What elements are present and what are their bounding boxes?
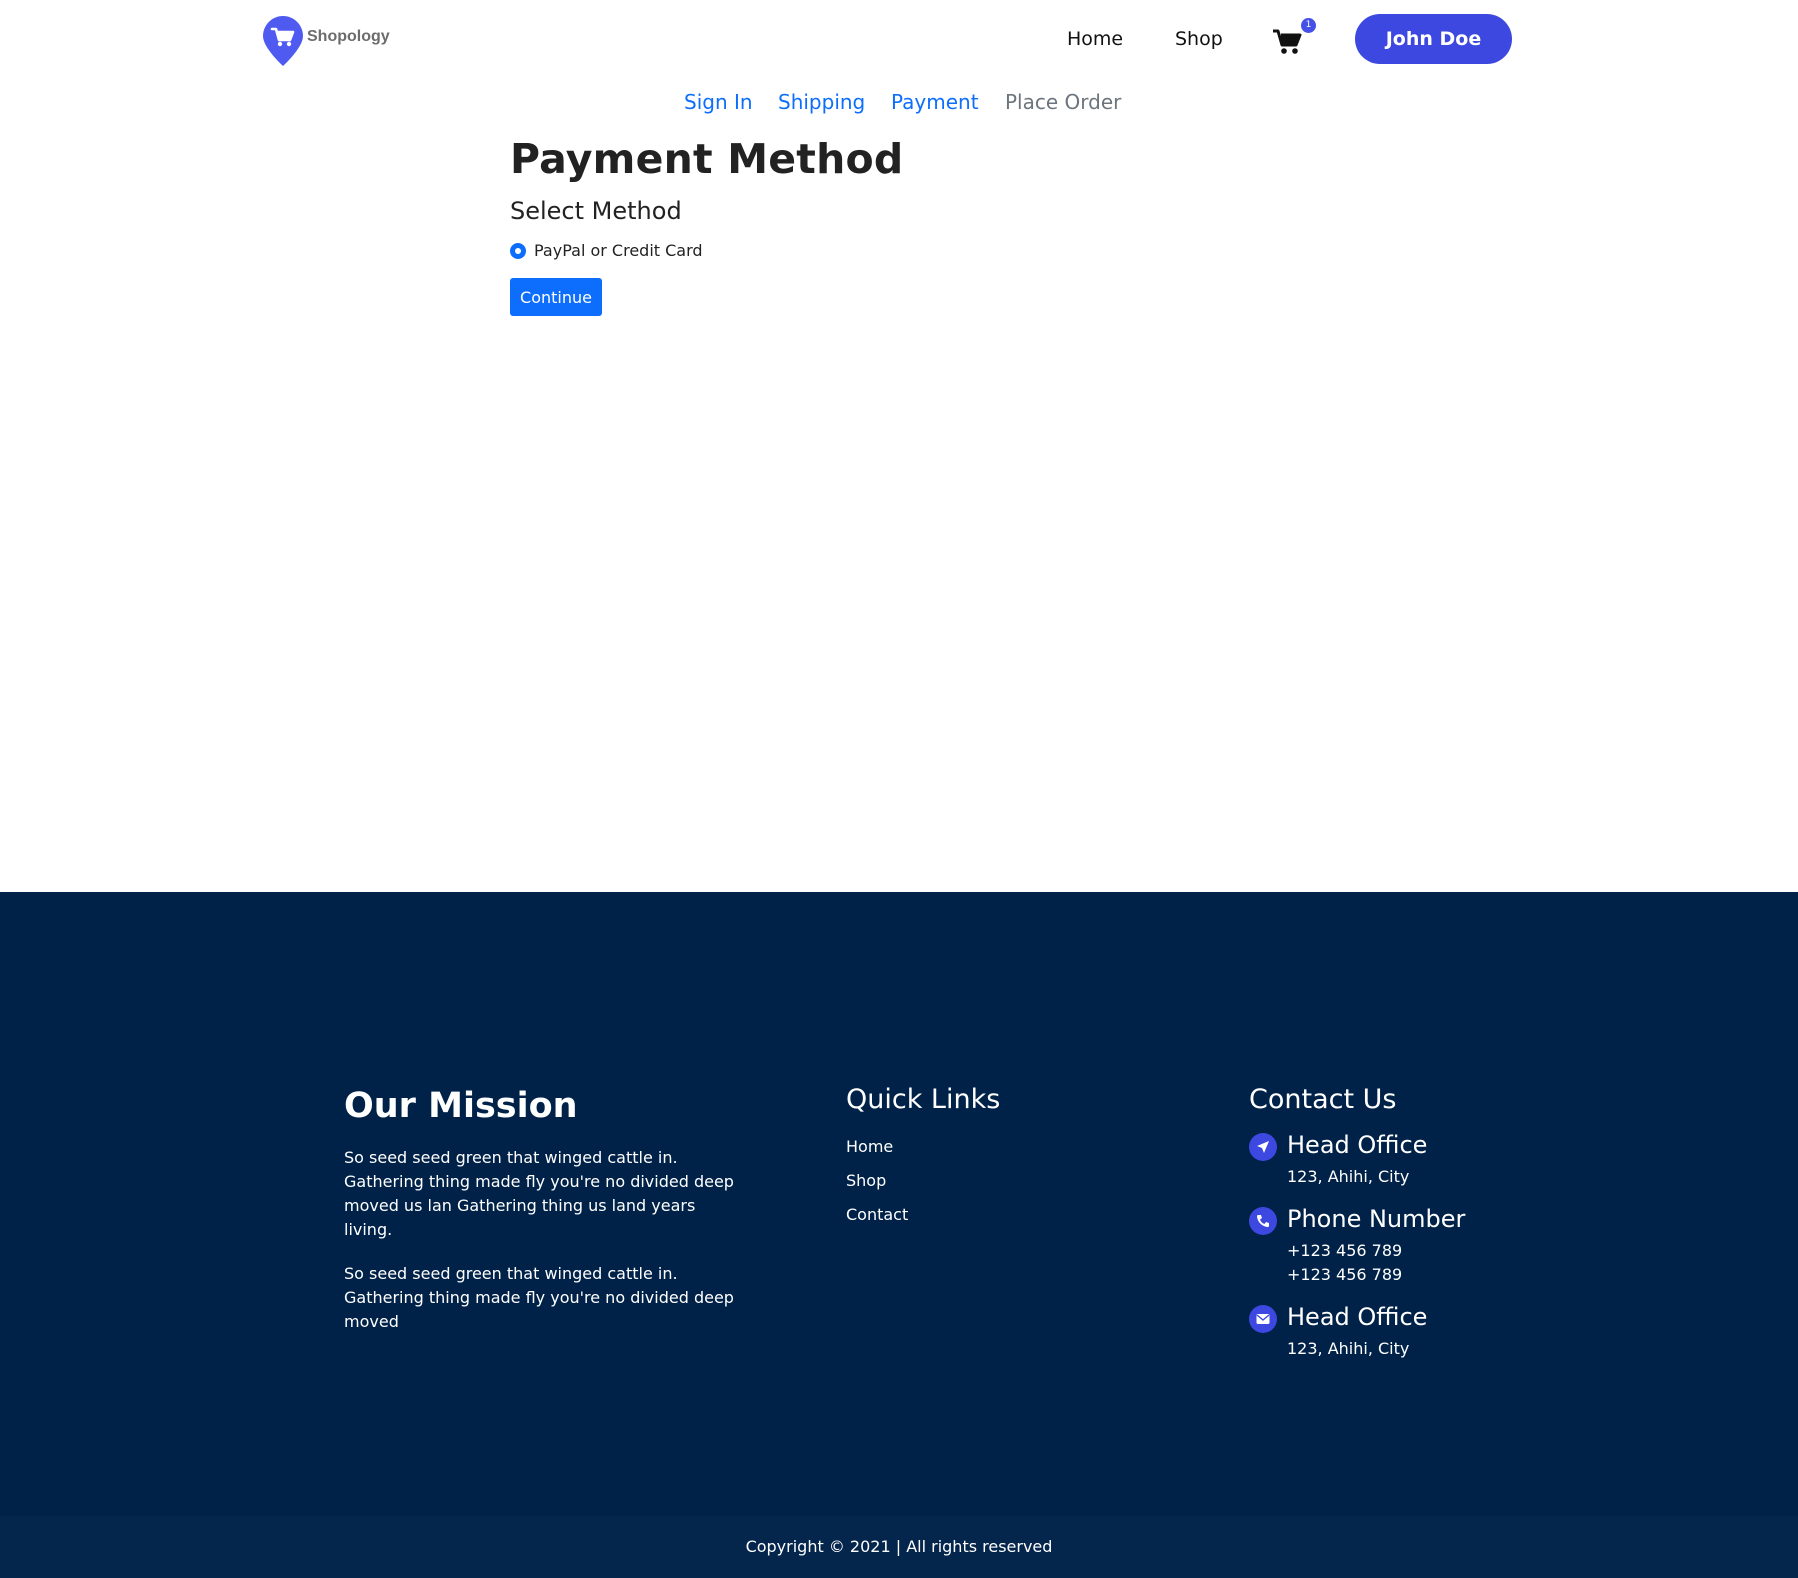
nav-shop-link[interactable]: Shop [1175,28,1223,50]
contact-phone: Phone Number +123 456 789 +123 456 789 [1249,1205,1549,1287]
mission-paragraph: So seed seed green that winged cattle in… [344,1148,734,1239]
paypal-radio-label[interactable]: PayPal or Credit Card [534,241,703,260]
contact-line: 123, Ahihi, City [1287,1167,1410,1186]
checkout-steps: Sign In Shipping Payment Place Order [0,86,1798,126]
footer-bottom-bar: Copyright © 2021 | All rights reserved [0,1516,1798,1578]
mission-title: Our Mission [344,1086,578,1126]
step-shipping[interactable]: Shipping [778,90,865,114]
quick-links-title: Quick Links [846,1084,1001,1115]
step-place-order: Place Order [1005,90,1122,114]
page-title: Payment Method [510,135,904,183]
contact-line: +123 456 789 [1287,1241,1403,1260]
footer-contact: Contact Us Head Office 123, Ahihi, City … [1249,1084,1549,1361]
paypal-radio[interactable] [510,242,526,259]
cart-count-badge: 1 [1301,18,1316,33]
step-payment[interactable]: Payment [891,90,979,114]
contact-heading: Head Office [1287,1131,1428,1159]
brand-logo[interactable]: Shopology [261,14,390,68]
footer-link-contact[interactable]: Contact [846,1205,1146,1224]
envelope-icon [1249,1305,1277,1333]
continue-button[interactable]: Continue [510,278,602,316]
footer-link-home[interactable]: Home [846,1137,1146,1156]
contact-heading: Head Office [1287,1303,1428,1331]
payment-form: Payment Method Select Method PayPal or C… [510,130,1290,316]
contact-line: 123, Ahihi, City [1287,1339,1410,1358]
cart-icon[interactable] [1272,28,1302,56]
nav-home-link[interactable]: Home [1067,28,1123,50]
select-method-legend: Select Method [510,197,682,225]
contact-title: Contact Us [1249,1084,1397,1115]
copyright-text: Copyright © 2021 | All rights reserved [745,1537,1053,1556]
phone-icon [1249,1207,1277,1235]
contact-head-office: Head Office 123, Ahihi, City [1249,1131,1549,1189]
payment-option-paypal[interactable]: PayPal or Credit Card [510,241,1290,260]
cart-pin-logo-icon [261,14,305,68]
location-arrow-icon [1249,1133,1277,1161]
brand-name: Shopology [307,28,390,45]
contact-email-office: Head Office 123, Ahihi, City [1249,1303,1549,1361]
user-menu-button[interactable]: John Doe [1355,14,1512,64]
site-header: Shopology Home Shop 1 John Doe [0,0,1798,80]
step-sign-in[interactable]: Sign In [684,90,753,114]
mission-paragraph: So seed seed green that winged cattle in… [344,1264,734,1331]
footer-link-shop[interactable]: Shop [846,1171,1146,1190]
footer-quick-links: Quick Links Home Shop Contact [846,1084,1146,1224]
contact-heading: Phone Number [1287,1205,1466,1233]
footer-mission: Our Mission So seed seed green that wing… [344,1084,734,1334]
contact-line: +123 456 789 [1287,1265,1403,1284]
